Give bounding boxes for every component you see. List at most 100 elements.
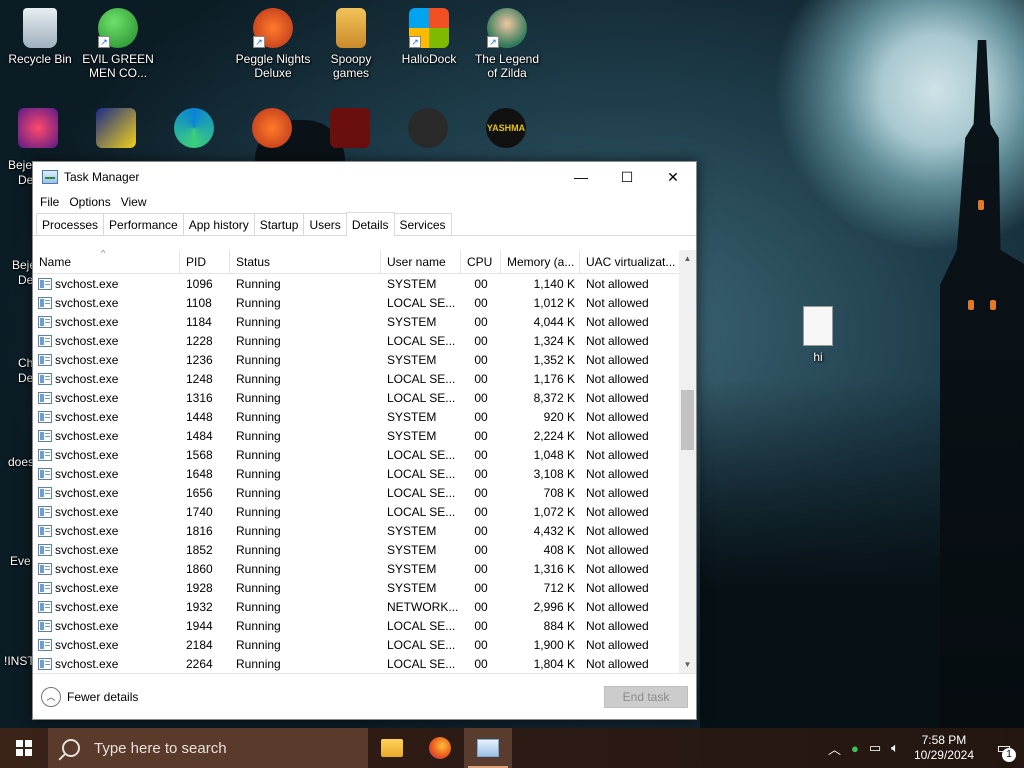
cell-name: svchost.exe [33, 391, 180, 405]
desktop-icon-recycle-bin[interactable]: Recycle Bin [2, 8, 78, 66]
chevron-up-icon[interactable]: ︿ [823, 739, 846, 758]
process-name: svchost.exe [55, 314, 119, 329]
close-button[interactable]: ✕ [650, 162, 696, 192]
desktop-icon-hallodock[interactable]: ↗ HalloDock [391, 8, 467, 66]
castle-window [968, 300, 974, 310]
column-header-user-name[interactable]: User name [381, 250, 461, 274]
desktop-icon-label: hi [813, 350, 823, 364]
table-row[interactable]: svchost.exe 1316 Running LOCAL SE... 00 8,372… [33, 388, 696, 407]
desktop-icon-hi[interactable]: hi [780, 306, 856, 364]
tab-startup[interactable]: Startup [253, 213, 305, 235]
volume-icon[interactable]: 🔈︎ [886, 740, 904, 756]
minimize-button[interactable]: — [558, 162, 604, 192]
menu-view[interactable]: View [117, 195, 151, 209]
network-icon[interactable]: ▭ [864, 740, 886, 756]
cell-memory: 3,108 K [533, 466, 575, 481]
taskbar-file-explorer[interactable] [368, 728, 416, 768]
cell-memory: 920 K [543, 409, 575, 424]
table-row[interactable]: svchost.exe 1928 Running SYSTEM 00 712 K Not a… [33, 578, 696, 597]
title-bar[interactable]: Task Manager — ☐ ✕ [33, 162, 696, 192]
menu-file[interactable]: File [36, 195, 63, 209]
flash-icon[interactable] [330, 108, 370, 148]
table-row[interactable]: svchost.exe 1228 Running LOCAL SE... 00 1,324… [33, 331, 696, 350]
prefs-icon[interactable] [408, 108, 448, 148]
tab-performance[interactable]: Performance [103, 213, 184, 235]
process-name: svchost.exe [55, 409, 119, 424]
cell-name: svchost.exe [33, 581, 180, 595]
edge-icon[interactable] [174, 108, 214, 148]
taskbar-task-manager[interactable] [464, 728, 512, 768]
table-row[interactable]: svchost.exe 1852 Running SYSTEM 00 408 K Not a… [33, 540, 696, 559]
people-icon[interactable]: ● [846, 741, 864, 756]
search-box[interactable]: Type here to search [48, 728, 368, 768]
cell-user-name: LOCAL SE... [387, 447, 456, 462]
table-row[interactable]: svchost.exe 1236 Running SYSTEM 00 1,352 K Not… [33, 350, 696, 369]
desktop-icon-peggle-nights[interactable]: ↗ Peggle Nights Deluxe [235, 8, 311, 80]
table-row[interactable]: svchost.exe 1740 Running LOCAL SE... 00 1,072… [33, 502, 696, 521]
table-row[interactable]: svchost.exe 1648 Running LOCAL SE... 00 3,108… [33, 464, 696, 483]
scroll-thumb[interactable] [681, 390, 694, 450]
cell-user-name: LOCAL SE... [387, 466, 456, 481]
table-row[interactable]: svchost.exe 1816 Running SYSTEM 00 4,432 K Not… [33, 521, 696, 540]
bejeweled-icon[interactable] [18, 108, 58, 148]
cell-name: svchost.exe [33, 372, 180, 386]
table-row[interactable]: svchost.exe 1860 Running SYSTEM 00 1,316 K Not… [33, 559, 696, 578]
tab-app-history[interactable]: App history [182, 213, 255, 235]
cell-uac: Not allowed [586, 580, 649, 595]
tab-details[interactable]: Details [345, 212, 395, 236]
task-manager-window: Task Manager — ☐ ✕ File Options View Pro… [32, 161, 697, 720]
cell-cpu: 00 [474, 295, 488, 310]
cell-status: Running [236, 561, 281, 576]
chevron-up-icon[interactable]: ︿ [41, 686, 61, 707]
table-row[interactable]: svchost.exe 1484 Running SYSTEM 00 2,224 K Not… [33, 426, 696, 445]
tab-users[interactable]: Users [303, 213, 347, 235]
mpl-icon[interactable] [96, 108, 136, 148]
table-row[interactable]: svchost.exe 2184 Running LOCAL SE... 00 1,900… [33, 635, 696, 654]
cell-status: Running [236, 485, 281, 500]
scroll-up-icon[interactable]: ▲ [679, 250, 696, 267]
cell-user-name: NETWORK... [387, 599, 459, 614]
yashma-icon[interactable]: YASHMA [486, 108, 526, 148]
table-row[interactable]: svchost.exe 1656 Running LOCAL SE... 00 708 K… [33, 483, 696, 502]
maximize-button[interactable]: ☐ [604, 162, 650, 192]
table-body: svchost.exe 1096 Running SYSTEM 00 1,140 K Not… [33, 274, 696, 673]
notification-center-button[interactable]: ▭ 1 [984, 728, 1024, 768]
table-row[interactable]: svchost.exe 1184 Running SYSTEM 00 4,044 K Not… [33, 312, 696, 331]
table-row[interactable]: svchost.exe 1096 Running SYSTEM 00 1,140 K Not… [33, 274, 696, 293]
menu-options[interactable]: Options [65, 195, 114, 209]
column-header-pid[interactable]: PID [180, 250, 230, 274]
cell-uac: Not allowed [586, 618, 649, 633]
desktop-icon-spoopy-games[interactable]: Spoopy games [313, 8, 389, 80]
table-row[interactable]: svchost.exe 1248 Running LOCAL SE... 00 1,176… [33, 369, 696, 388]
column-header-name[interactable]: Name [33, 250, 180, 274]
peggle-icon[interactable] [252, 108, 292, 148]
start-button[interactable] [0, 728, 48, 768]
fewer-details-link[interactable]: Fewer details [67, 690, 138, 704]
table-row[interactable]: svchost.exe 1448 Running SYSTEM 00 920 K Not a… [33, 407, 696, 426]
tab-processes[interactable]: Processes [36, 213, 105, 235]
cell-name: svchost.exe [33, 657, 180, 671]
table-row[interactable]: svchost.exe 2264 Running LOCAL SE... 00 1,804… [33, 654, 696, 673]
desktop-icon-legend-of-zilda[interactable]: ↗ The Legend of Zilda [469, 8, 545, 80]
tab-services[interactable]: Services [393, 213, 452, 235]
desktop-icon-evil-green-men[interactable]: ↗ EVIL GREEN MEN CO... [80, 8, 156, 80]
scroll-down-icon[interactable]: ▼ [679, 656, 696, 673]
table-row[interactable]: svchost.exe 1568 Running LOCAL SE... 00 1,048… [33, 445, 696, 464]
cell-pid: 1740 [186, 504, 213, 519]
clock[interactable]: 7:58 PM 10/29/2024 [904, 733, 984, 763]
column-header-cpu[interactable]: CPU [461, 250, 501, 274]
table-row[interactable]: svchost.exe 1944 Running LOCAL SE... 00 884 K… [33, 616, 696, 635]
cell-pid: 1860 [186, 561, 213, 576]
column-header-status[interactable]: Status [230, 250, 381, 274]
cell-name: svchost.exe [33, 524, 180, 538]
column-header-memory[interactable]: Memory (a... [501, 250, 580, 274]
end-task-button[interactable]: End task [604, 686, 688, 708]
taskbar-firefox[interactable] [416, 728, 464, 768]
desktop-icon-label: EVIL GREEN MEN CO... [82, 52, 154, 80]
cell-uac: Not allowed [586, 371, 649, 386]
column-header-uac-virtualization[interactable]: UAC virtualizat... [580, 250, 680, 274]
table-row[interactable]: svchost.exe 1932 Running NETWORK... 00 2,996 … [33, 597, 696, 616]
vertical-scrollbar[interactable]: ▲ ▼ [679, 250, 696, 673]
menu-bar: File Options View [33, 192, 696, 212]
table-row[interactable]: svchost.exe 1108 Running LOCAL SE... 00 1,012… [33, 293, 696, 312]
